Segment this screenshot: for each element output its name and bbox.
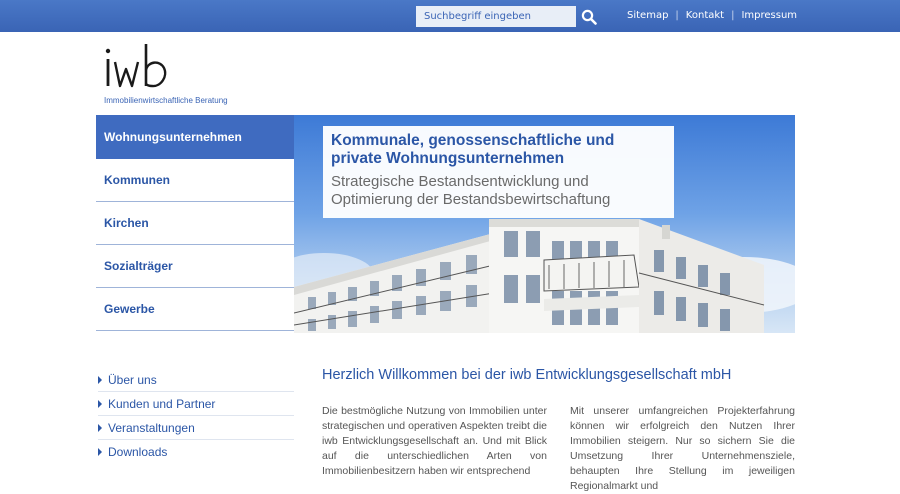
separator: | <box>731 10 735 21</box>
sitemap-link[interactable]: Sitemap <box>627 10 668 21</box>
hero-text-box: Kommunale, genossenschaftliche und priva… <box>323 126 674 218</box>
logo[interactable]: Immobilienwirtschaftliche Beratung <box>104 42 244 108</box>
hero-banner: Kommunale, genossenschaftliche und priva… <box>294 115 795 333</box>
content-column-left: Die bestmögliche Nutzung von Immobilien … <box>322 405 547 477</box>
subnav-item-downloads[interactable]: Downloads <box>98 440 294 464</box>
triangle-right-icon <box>98 448 102 456</box>
nav-item-sozialtraeger[interactable]: Sozialträger <box>96 245 294 288</box>
hero-title-line-2: private Wohnungsunternehmen <box>331 150 565 167</box>
hero-subtitle: Strategische Bestandsentwicklung und Opt… <box>331 173 666 209</box>
triangle-right-icon <box>98 399 102 408</box>
main-nav: Wohnungsunternehmen Kommunen Kirchen Soz… <box>96 115 301 331</box>
search-input[interactable] <box>416 6 576 27</box>
subnav-label: Downloads <box>108 445 168 459</box>
impressum-link[interactable]: Impressum <box>741 10 797 21</box>
top-bar: Sitemap | Kontakt | Impressum <box>0 0 900 32</box>
separator: | <box>675 10 679 21</box>
secondary-nav: Über uns Kunden und Partner Veranstaltun… <box>98 368 294 464</box>
nav-item-wohnungsunternehmen[interactable]: Wohnungsunternehmen <box>96 115 301 159</box>
subnav-label: Über uns <box>108 372 157 387</box>
iwb-logo-mark <box>105 44 167 88</box>
kontakt-link[interactable]: Kontakt <box>686 10 724 21</box>
hero-subtitle-line-1: Strategische Bestandsentwicklung und <box>331 173 589 190</box>
hero-title-line-1: Kommunale, genossenschaftliche und <box>331 132 615 149</box>
nav-item-kirchen[interactable]: Kirchen <box>96 202 294 245</box>
subnav-item-ueber-uns[interactable]: Über uns <box>98 368 294 392</box>
logo-subtitle: Immobilienwirtschaftliche Beratung <box>104 96 228 105</box>
nav-item-gewerbe[interactable]: Gewerbe <box>96 288 294 331</box>
page-title: Herzlich Willkommen bei der iwb Entwickl… <box>322 367 732 383</box>
search-button[interactable] <box>579 6 599 27</box>
top-links: Sitemap | Kontakt | Impressum <box>627 10 797 21</box>
hero-title: Kommunale, genossenschaftliche und priva… <box>331 132 666 168</box>
triangle-right-icon <box>98 375 102 384</box>
triangle-right-icon <box>98 423 102 432</box>
nav-item-kommunen[interactable]: Kommunen <box>96 159 294 202</box>
subnav-label: Kunden und Partner <box>108 396 216 411</box>
subnav-item-kunden-und-partner[interactable]: Kunden und Partner <box>98 392 294 416</box>
subnav-label: Veranstaltungen <box>108 420 195 435</box>
hero-subtitle-line-2: Optimierung der Bestandsbewirtschaftung <box>331 191 611 208</box>
search-icon <box>581 9 597 25</box>
content-column-right: Mit unserer umfangreichen Projekterfahru… <box>570 405 795 492</box>
subnav-item-veranstaltungen[interactable]: Veranstaltungen <box>98 416 294 440</box>
